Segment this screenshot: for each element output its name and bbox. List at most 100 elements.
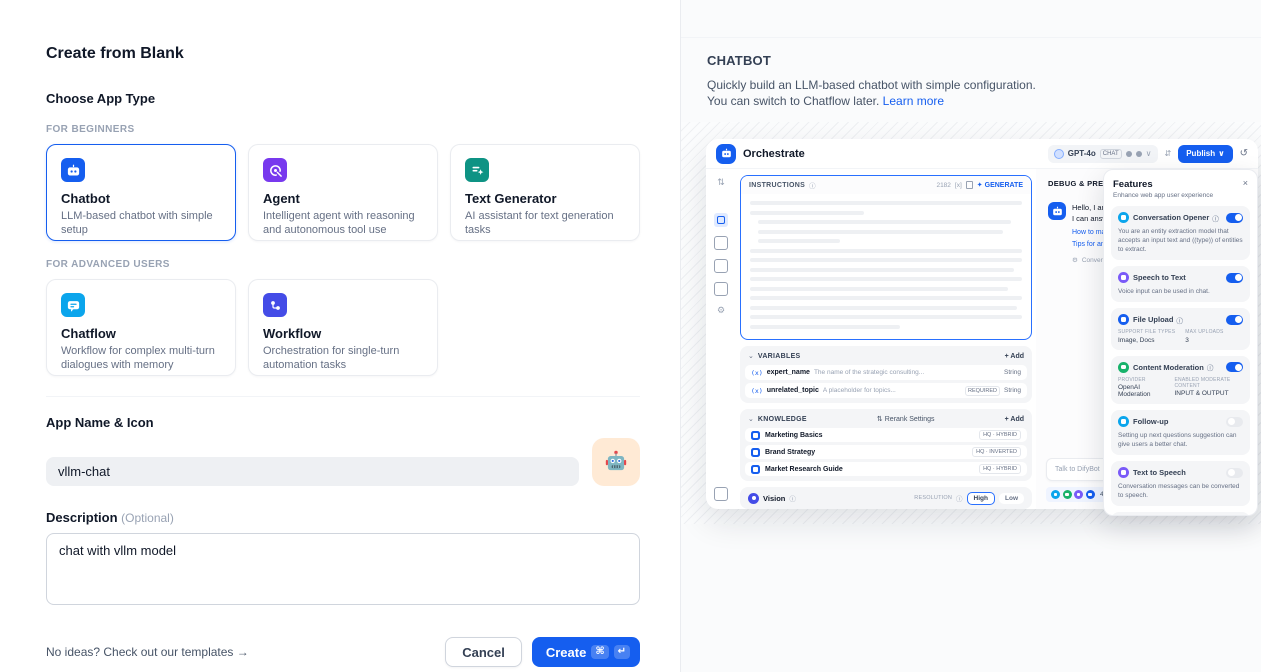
content-moderation-toggle[interactable] (1226, 362, 1243, 372)
app-type-card-chatflow[interactable]: Chatflow Workflow for complex multi-turn… (46, 279, 236, 376)
workflow-icon (263, 293, 287, 317)
variable-row[interactable]: (x) unrelated_topic A placeholder for to… (745, 383, 1027, 398)
choose-app-type-label: Choose App Type (46, 91, 640, 106)
resolution-low-chip[interactable]: Low (999, 493, 1024, 504)
vision-section: Vision ⓘ RESOLUTION ⓘ High Low (740, 487, 1032, 509)
publish-button[interactable]: Publish ∨ (1178, 145, 1232, 163)
instructions-editor[interactable]: INSTRUCTIONS ⓘ 2182 [x] ✦ GENERATE (740, 175, 1032, 340)
chevron-down-icon[interactable]: ⌄ (748, 352, 754, 360)
knowledge-row[interactable]: Marketing Basics HQ · HYBRID (745, 428, 1027, 442)
copy-icon[interactable] (966, 181, 973, 189)
close-icon[interactable]: × (1243, 179, 1248, 188)
required-badge: REQUIRED (965, 386, 1000, 396)
preview-nav-rail: ⇅ ⚙ (706, 169, 736, 509)
upload-feature-dot-icon (1086, 490, 1095, 499)
rerank-settings-button[interactable]: ⇅ Rerank Settings (877, 415, 935, 423)
chevron-down-icon: ∨ (1146, 149, 1152, 158)
card-title: Workflow (263, 326, 423, 341)
info-icon: ⓘ (1207, 362, 1214, 372)
variable-row[interactable]: (x) expert_name The name of the strategi… (745, 365, 1027, 380)
file-upload-toggle[interactable] (1226, 315, 1243, 325)
resolution-high-chip[interactable]: High (967, 492, 995, 505)
vision-icon (748, 493, 759, 504)
section-divider (46, 396, 640, 397)
app-icon-picker[interactable] (592, 438, 640, 486)
app-type-cards-advanced: Chatflow Workflow for complex multi-turn… (46, 279, 640, 376)
preview-header: Orchestrate GPT-4o CHAT ∨ ⇵ Publish (706, 139, 1258, 169)
create-app-screen: Create from Blank Choose App Type FOR BE… (0, 0, 1261, 672)
features-panel: Features × Enhance web app user experien… (1103, 169, 1258, 516)
bot-avatar-icon (716, 144, 736, 164)
panel-description: Quickly build an LLM-based chatbot with … (707, 77, 1057, 109)
panel-top-strip (681, 0, 1261, 38)
content-moderation-icon (1118, 362, 1129, 373)
dialog-title: Create from Blank (46, 45, 640, 63)
learn-more-link[interactable]: Learn more (883, 94, 944, 108)
nav-logs-icon[interactable] (714, 259, 728, 273)
index-mode-badge: HQ · HYBRID (979, 430, 1021, 440)
conversation-opener-toggle[interactable] (1226, 213, 1243, 223)
document-icon (751, 431, 760, 440)
description-label: Description (Optional) (46, 510, 640, 525)
conversation-opener-icon (1118, 212, 1129, 223)
history-icon[interactable]: ↺ (1240, 148, 1248, 159)
preview-title: Orchestrate (743, 148, 805, 160)
nav-annotation-icon[interactable] (714, 282, 728, 296)
card-description: Orchestration for single-turn automation… (263, 344, 423, 372)
knowledge-row[interactable]: Brand Strategy HQ · INVERTED (745, 445, 1027, 459)
create-button[interactable]: Create ⌘ ↵ (532, 637, 640, 667)
chatflow-icon (61, 293, 85, 317)
chatbot-icon (61, 158, 85, 182)
feature-citations: Citations and Attributions Show source d… (1111, 512, 1250, 516)
add-variable-button[interactable]: + Add (1005, 353, 1024, 360)
index-mode-badge: HQ · INVERTED (972, 447, 1021, 457)
index-mode-badge: HQ · HYBRID (979, 464, 1021, 474)
card-title: Chatbot (61, 191, 221, 206)
app-name-input[interactable] (46, 457, 579, 486)
opener-feature-dot-icon (1051, 490, 1060, 499)
speech-to-text-toggle[interactable] (1226, 273, 1243, 283)
app-type-card-text-generator[interactable]: Text Generator AI assistant for text gen… (450, 144, 640, 241)
variables-insert-icon[interactable]: [x] (955, 182, 962, 189)
params-sliders-icon[interactable]: ⇵ (1165, 149, 1172, 158)
card-description: AI assistant for text generation tasks (465, 209, 625, 237)
opener-icon: ⚙ (1072, 256, 1078, 264)
document-icon (751, 448, 760, 457)
knowledge-row[interactable]: Market Research Guide HQ · HYBRID (745, 462, 1027, 476)
card-description: LLM-based chatbot with simple setup (61, 209, 221, 237)
text-to-speech-toggle[interactable] (1226, 468, 1243, 478)
vision-dot-icon (1136, 151, 1142, 157)
nav-preview-icon[interactable] (714, 236, 728, 250)
model-selector[interactable]: GPT-4o CHAT ∨ (1048, 145, 1158, 163)
collapse-panel-icon[interactable] (714, 487, 728, 501)
app-type-card-chatbot[interactable]: Chatbot LLM-based chatbot with simple se… (46, 144, 236, 241)
feature-follow-up: Follow-up Setting up next questions sugg… (1111, 410, 1250, 455)
chevron-down-icon: ∨ (1218, 149, 1225, 158)
group-label-advanced: FOR ADVANCED USERS (46, 259, 640, 270)
nav-settings-icon[interactable]: ⚙ (717, 305, 725, 315)
swap-icon[interactable]: ⇅ (717, 177, 725, 187)
feature-speech-to-text: Speech to Text Voice input can be used i… (1111, 266, 1250, 302)
app-type-card-workflow[interactable]: Workflow Orchestration for single-turn a… (248, 279, 438, 376)
templates-link[interactable]: No ideas? Check out our templates → (46, 645, 249, 659)
generate-button[interactable]: ✦ GENERATE (977, 181, 1023, 189)
card-title: Agent (263, 191, 423, 206)
follow-up-toggle[interactable] (1226, 417, 1243, 427)
speech-feature-dot-icon (1074, 490, 1083, 499)
optional-hint: (Optional) (121, 511, 174, 525)
add-knowledge-button[interactable]: + Add (1005, 416, 1024, 423)
group-label-beginners: FOR BEGINNERS (46, 124, 640, 135)
cancel-button[interactable]: Cancel (445, 637, 522, 667)
app-type-info-panel: CHATBOT Quickly build an LLM-based chatb… (680, 0, 1261, 672)
nav-orchestrate-icon[interactable] (714, 213, 728, 227)
app-type-card-agent[interactable]: Agent Intelligent agent with reasoning a… (248, 144, 438, 241)
chevron-down-icon[interactable]: ⌄ (748, 415, 754, 423)
dialog-footer: No ideas? Check out our templates → Canc… (46, 637, 640, 667)
card-description: Workflow for complex multi-turn dialogue… (61, 344, 221, 372)
info-icon: ⓘ (1212, 213, 1219, 223)
panel-heading: CHATBOT (707, 53, 1261, 68)
app-type-cards-beginners: Chatbot LLM-based chatbot with simple se… (46, 144, 640, 241)
cmd-key-icon: ⌘ (591, 645, 608, 659)
description-textarea[interactable]: chat with vllm model (46, 533, 640, 605)
model-mode-badge: CHAT (1100, 149, 1122, 159)
